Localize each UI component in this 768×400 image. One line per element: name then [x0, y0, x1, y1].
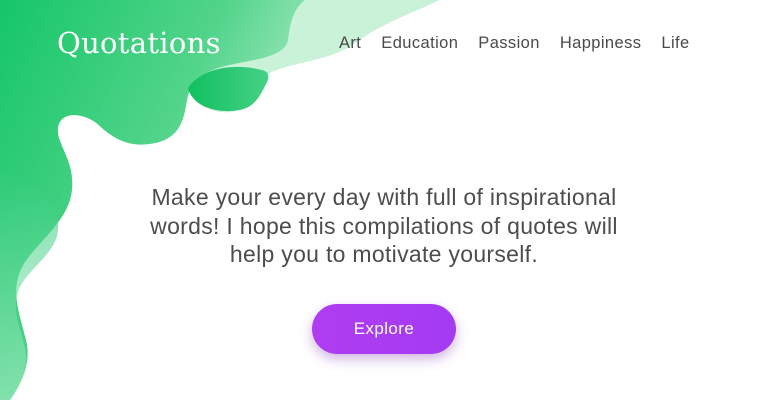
hero-tagline: Make your every day with full of inspira… — [150, 184, 618, 267]
nav-link-art[interactable]: Art — [339, 34, 361, 53]
nav-link-happiness[interactable]: Happiness — [560, 34, 642, 53]
landing-page: Quotations Art Education Passion Happine… — [0, 0, 768, 400]
nav-link-passion[interactable]: Passion — [478, 34, 540, 53]
nav-link-life[interactable]: Life — [661, 34, 689, 53]
site-logo[interactable]: Quotations — [57, 26, 221, 60]
main-nav: Art Education Passion Happiness Life — [339, 34, 690, 53]
explore-button[interactable]: Explore — [312, 304, 456, 354]
nav-link-education[interactable]: Education — [381, 34, 458, 53]
